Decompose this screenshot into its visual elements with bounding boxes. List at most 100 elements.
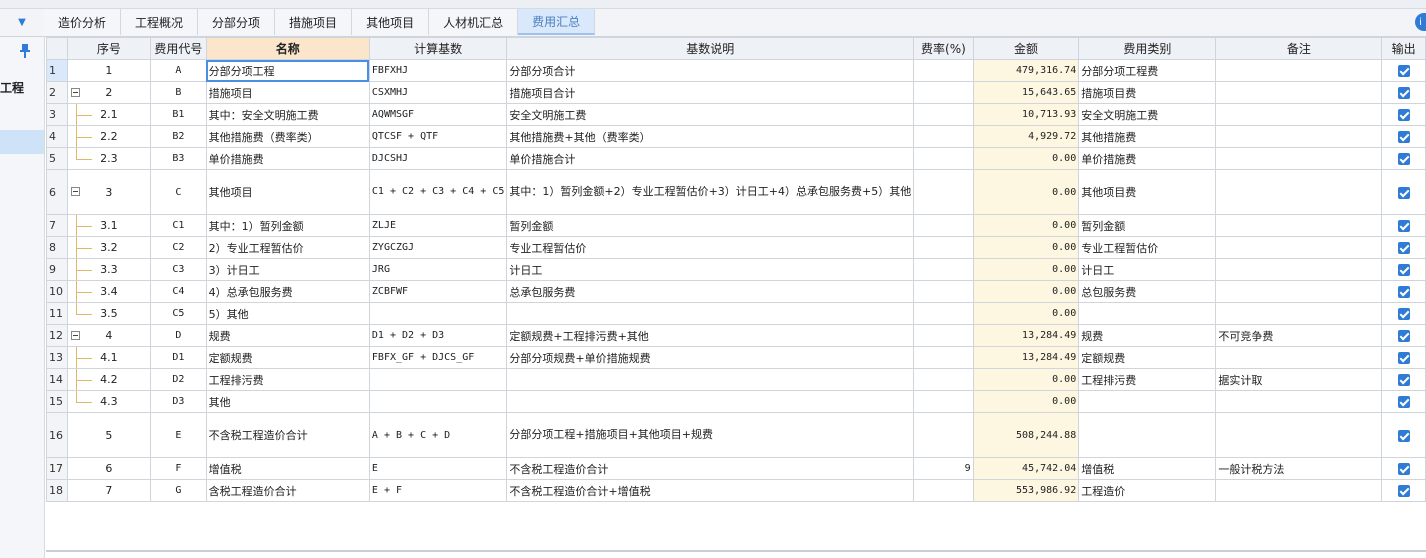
side-panel-toggle-icon[interactable]: i xyxy=(1415,13,1426,31)
name-cell[interactable]: 其他项目 xyxy=(205,169,370,215)
seq-cell[interactable]: 2 xyxy=(66,81,152,104)
name-cell[interactable]: 工程排污费 xyxy=(205,368,370,391)
rate-cell[interactable] xyxy=(913,169,974,215)
seq-cell[interactable]: 2.2 xyxy=(66,125,152,148)
rate-cell[interactable] xyxy=(913,103,974,126)
base-cell[interactable]: DJCSHJ xyxy=(368,147,508,170)
output-cell[interactable] xyxy=(1381,457,1426,480)
name-cell[interactable]: 5）其他 xyxy=(205,302,370,325)
row-number[interactable]: 13 xyxy=(46,346,68,369)
name-cell[interactable]: 2）专业工程暂估价 xyxy=(205,236,370,259)
output-checkbox[interactable] xyxy=(1397,65,1410,77)
rate-cell[interactable] xyxy=(913,280,974,303)
tab-fee-summary[interactable]: 费用汇总 xyxy=(518,9,596,35)
base-cell[interactable] xyxy=(368,368,508,391)
code-cell[interactable]: B xyxy=(150,81,207,104)
rate-cell[interactable] xyxy=(913,258,974,281)
name-cell[interactable]: 措施项目 xyxy=(205,81,370,104)
category-cell[interactable] xyxy=(1078,412,1217,458)
output-cell[interactable] xyxy=(1381,302,1426,325)
code-cell[interactable]: D1 xyxy=(150,346,207,369)
rate-cell[interactable] xyxy=(913,236,974,259)
code-cell[interactable]: F xyxy=(150,457,207,480)
table-row[interactable]: 14 4.2 D2 工程排污费 0.00 工程排污费 据实计取 xyxy=(46,368,1426,391)
seq-cell[interactable]: 6 xyxy=(66,457,152,480)
tab-other-items[interactable]: 其他项目 xyxy=(352,9,430,35)
col-seq-header[interactable]: 序号 xyxy=(66,37,152,60)
category-cell[interactable]: 计日工 xyxy=(1078,258,1217,281)
output-checkbox[interactable] xyxy=(1397,109,1410,121)
collapse-icon[interactable] xyxy=(70,187,80,196)
row-number[interactable]: 2 xyxy=(46,81,68,104)
output-checkbox[interactable] xyxy=(1397,286,1410,298)
table-row[interactable]: 18 7 G 含税工程造价合计 E + F 不含税工程造价合计+增值税 553,986.92… xyxy=(46,479,1426,502)
remark-cell[interactable] xyxy=(1215,346,1383,369)
output-cell[interactable] xyxy=(1381,280,1426,303)
remark-cell[interactable]: 一般计税方法 xyxy=(1215,457,1383,480)
table-row[interactable]: 7 3.1 C1 其中：1）暂列金额 ZLJE 暂列金额 0.00 暂列金额 xyxy=(46,214,1426,237)
code-cell[interactable]: G xyxy=(150,479,207,502)
pin-icon[interactable] xyxy=(18,43,32,59)
remark-cell[interactable] xyxy=(1215,81,1383,104)
base-cell[interactable]: ZLJE xyxy=(368,214,508,237)
row-number[interactable]: 12 xyxy=(46,324,68,347)
table-row[interactable]: 15 4.3 D3 其他 0.00 xyxy=(46,390,1426,413)
category-cell[interactable]: 工程造价 xyxy=(1078,479,1217,502)
table-row[interactable]: 11 3.5 C5 5）其他 0.00 xyxy=(46,302,1426,325)
base-cell[interactable]: QTCSF + QTF xyxy=(368,125,508,148)
remark-cell[interactable] xyxy=(1215,59,1383,82)
seq-cell[interactable]: 4.1 xyxy=(66,346,152,369)
table-row[interactable]: 13 4.1 D1 定额规费 FBFX_GF + DJCS_GF 分部分项规费+单价措施规… xyxy=(46,346,1426,369)
base-cell[interactable]: CSXMHJ xyxy=(368,81,508,104)
output-cell[interactable] xyxy=(1381,324,1426,347)
tab-measure-items[interactable]: 措施项目 xyxy=(275,9,353,35)
desc-cell[interactable]: 其中：1）暂列金额+2）专业工程暂估价+3）计日工+4）总承包服务费+5）其他 xyxy=(506,169,915,215)
code-cell[interactable]: C xyxy=(150,169,207,215)
table-row[interactable]: 5 2.3 B3 单价措施费 DJCSHJ 单价措施合计 0.00 单价措施费 xyxy=(46,147,1426,170)
category-cell[interactable]: 规费 xyxy=(1078,324,1217,347)
code-cell[interactable]: C4 xyxy=(150,280,207,303)
output-checkbox[interactable] xyxy=(1397,396,1410,408)
code-cell[interactable]: A xyxy=(150,59,207,82)
selected-tree-node[interactable] xyxy=(0,130,44,154)
output-cell[interactable] xyxy=(1381,147,1426,170)
base-cell[interactable]: A + B + C + D xyxy=(368,412,508,458)
desc-cell[interactable]: 安全文明施工费 xyxy=(506,103,915,126)
seq-cell[interactable]: 3.5 xyxy=(66,302,152,325)
output-checkbox[interactable] xyxy=(1397,131,1410,143)
rate-cell[interactable] xyxy=(913,324,974,347)
row-number[interactable]: 3 xyxy=(46,103,68,126)
seq-cell[interactable]: 3 xyxy=(66,169,152,215)
rate-cell[interactable] xyxy=(913,479,974,502)
desc-cell[interactable]: 单价措施合计 xyxy=(506,147,915,170)
category-cell[interactable]: 措施项目费 xyxy=(1078,81,1217,104)
remark-cell[interactable]: 不可竞争费 xyxy=(1215,324,1383,347)
name-cell[interactable]: 其他 xyxy=(205,390,370,413)
category-cell[interactable]: 其他项目费 xyxy=(1078,169,1217,215)
code-cell[interactable]: B2 xyxy=(150,125,207,148)
category-cell[interactable]: 总包服务费 xyxy=(1078,280,1217,303)
row-number[interactable]: 7 xyxy=(46,214,68,237)
output-cell[interactable] xyxy=(1381,214,1426,237)
row-number[interactable]: 8 xyxy=(46,236,68,259)
name-cell[interactable]: 分部分项工程 xyxy=(205,59,370,82)
remark-cell[interactable] xyxy=(1215,236,1383,259)
remark-cell[interactable] xyxy=(1215,169,1383,215)
tab-project-overview[interactable]: 工程概况 xyxy=(121,9,199,35)
output-checkbox[interactable] xyxy=(1397,485,1410,497)
base-cell[interactable]: D1 + D2 + D3 xyxy=(368,324,508,347)
seq-cell[interactable]: 3.2 xyxy=(66,236,152,259)
tab-sub-items[interactable]: 分部分项 xyxy=(198,9,276,35)
row-number[interactable]: 6 xyxy=(46,169,68,215)
output-cell[interactable] xyxy=(1381,390,1426,413)
rate-cell[interactable] xyxy=(913,412,974,458)
name-cell[interactable]: 规费 xyxy=(205,324,370,347)
name-cell[interactable]: 定额规费 xyxy=(205,346,370,369)
rate-cell[interactable]: 9 xyxy=(913,457,974,480)
code-cell[interactable]: C5 xyxy=(150,302,207,325)
base-cell[interactable]: ZCBFWF xyxy=(368,280,508,303)
output-checkbox[interactable] xyxy=(1397,220,1410,232)
output-checkbox[interactable] xyxy=(1397,242,1410,254)
col-rate-header[interactable]: 费率(%) xyxy=(913,37,974,60)
output-checkbox[interactable] xyxy=(1397,186,1410,199)
